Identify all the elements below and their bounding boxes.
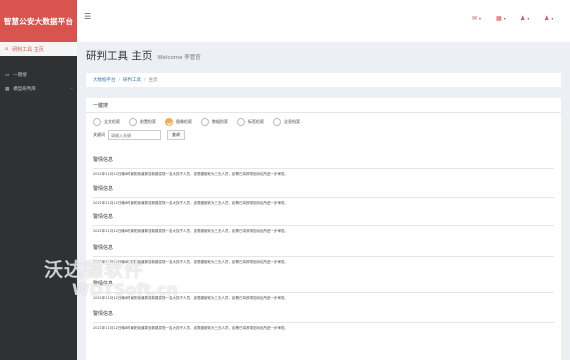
breadcrumb: 大数据平台 / 研判工具 / 主页: [86, 73, 561, 87]
alert-text: 2021年11月12日晚8时景阳街道郭亚新路发现一名大拐子人员，该男腿被砍为三无…: [93, 325, 289, 330]
keyword-input[interactable]: [108, 130, 161, 140]
page-subtitle: Welcome 李管官: [157, 55, 201, 61]
mail-icon[interactable]: ✉ ▾: [472, 13, 486, 23]
search-button[interactable]: 查询: [167, 130, 185, 140]
alert-text: 2021年11月12日晚8时景阳街道郭亚新路发现一名大拐子人员，该男腿被砍为三无…: [93, 200, 289, 205]
monitor-icon: ▭: [5, 72, 10, 78]
radio-circle[interactable]: [129, 118, 137, 126]
home-icon: ⌂: [5, 46, 9, 52]
breadcrumb-separator: /: [118, 77, 121, 83]
alert-text: 2021年11月12日晚8时景阳街道郭亚新路发现一名大拐子人员，该男腿被砍为三无…: [93, 259, 289, 264]
alert-title: 警情信息: [93, 245, 114, 251]
grid-icon: ▦: [5, 86, 10, 92]
alert-item: 警情信息 2021年11月12日晚8时景阳街道郭亚新路发现一名大拐子人员，该男腿…: [93, 213, 561, 234]
chevron-down-icon: ▾: [503, 15, 506, 21]
radio-label: 全文检索: [104, 119, 120, 124]
chevron-down-icon: ▾: [551, 15, 554, 21]
breadcrumb-current: 主页: [148, 78, 158, 83]
radio-circle[interactable]: [201, 118, 209, 126]
radio-circle[interactable]: [237, 118, 245, 126]
notification-icon[interactable]: ▦ ▾: [496, 13, 510, 23]
alert-item: 警情信息 2021年11月12日晚8时景阳街道郭亚新路发现一名大拐子人员，该男腿…: [93, 244, 561, 265]
user-menu-icon[interactable]: ♟ ▾: [544, 13, 558, 23]
alert-text: 2021年11月12日晚8时景阳街道郭亚新路发现一名大拐子人员，该男腿被砍为三无…: [93, 295, 289, 300]
radio-pre[interactable]: 前置检索: [129, 118, 156, 126]
sidebar: ⌂ 研判工具 主页 ▭ 一键搜 ▦ 模型研判库 ‹: [0, 42, 77, 360]
sidebar-item-quick-search[interactable]: ▭ 一键搜: [0, 68, 77, 82]
radio-label: 全息档案: [284, 119, 300, 124]
topbar-icons: ✉ ▾ ▦ ▾ ♟ ▾ ♟ ▾: [472, 13, 558, 23]
radio-circle[interactable]: [93, 118, 101, 126]
alert-title: 警情信息: [93, 186, 114, 192]
breadcrumb-link-tools[interactable]: 研判工具: [123, 77, 141, 83]
radio-image[interactable]: 图像检索: [165, 118, 192, 126]
top-navbar: ☰ ✉ ▾ ▦ ▾ ♟ ▾ ♟ ▾: [77, 0, 570, 42]
sidebar-item-model-library[interactable]: ▦ 模型研判库 ‹: [0, 82, 77, 96]
sidebar-item-label: 模型研判库: [13, 87, 36, 92]
radio-archive[interactable]: 全息档案: [273, 118, 300, 126]
alert-item: 警情信息 2021年11月12日晚8时景阳街道郭亚新路发现一名大拐子人员，该男腿…: [93, 185, 561, 206]
alerts-panel: 警情信息 2021年11月12日晚8时景阳街道郭亚新路发现一名大拐子人员，该男腿…: [86, 152, 561, 360]
divider: [86, 112, 561, 113]
radio-label: 前置检索: [140, 119, 156, 124]
sidebar-item-label: 一键搜: [13, 73, 27, 78]
breadcrumb-link-platform[interactable]: 大数据平台: [93, 77, 116, 83]
alert-item: 警情信息 2021年11月12日晚8时景阳街道郭亚新路发现一名大拐子人员，该男腿…: [93, 280, 561, 301]
keyword-label: 关键词: [93, 132, 105, 137]
alert-title: 警情信息: [93, 281, 114, 287]
alert-item: 警情信息 2021年11月12日晚8时景阳街道郭亚新路发现一名大拐子人员，该男腿…: [93, 310, 561, 331]
hamburger-icon[interactable]: ☰: [84, 12, 91, 21]
alert-text: 2021年11月12日晚8时景阳街道郭亚新路发现一名大拐子人员，该男腿被砍为三无…: [93, 171, 289, 176]
radio-label: 图像检索: [176, 119, 192, 124]
panel-title: 一键搜: [93, 103, 109, 109]
keyword-row: 关键词 查询: [93, 130, 185, 140]
sidebar-item-home[interactable]: ⌂ 研判工具 主页: [0, 42, 77, 56]
page-title: 研判工具 主页: [86, 50, 153, 62]
divider: [93, 225, 554, 226]
radio-tag[interactable]: 标签检索: [237, 118, 264, 126]
divider: [93, 256, 554, 257]
app-logo[interactable]: 智慧公安大数据平台: [0, 0, 77, 42]
page-header: 研判工具 主页 Welcome 李管官: [86, 48, 201, 63]
alert-title: 警情信息: [93, 311, 114, 317]
radio-label: 数据检索: [212, 119, 228, 124]
chevron-down-icon: ▾: [479, 15, 482, 21]
divider: [93, 197, 554, 198]
breadcrumb-separator: /: [144, 77, 146, 83]
radio-fulltext[interactable]: 全文检索: [93, 118, 120, 126]
radio-label: 标签检索: [248, 119, 264, 124]
main-content: 研判工具 主页 Welcome 李管官 大数据平台 / 研判工具 / 主页 一键…: [77, 42, 570, 360]
divider: [93, 322, 554, 323]
alert-text: 2021年11月12日晚8时景阳街道郭亚新路发现一名大拐子人员，该男腿被砍为三无…: [93, 228, 289, 233]
user-icon[interactable]: ♟ ▾: [520, 13, 534, 23]
alert-item: 警情信息 2021年11月12日晚8时景阳街道郭亚新路发现一名大拐子人员，该男腿…: [93, 156, 561, 177]
alert-title: 警情信息: [93, 157, 114, 163]
radio-circle[interactable]: [273, 118, 281, 126]
sidebar-item-label: 研判工具 主页: [12, 46, 44, 53]
radio-circle-checked[interactable]: [165, 118, 173, 126]
divider: [93, 292, 554, 293]
search-type-radios: 全文检索 前置检索 图像检索 数据检索 标签检索 全息档案: [93, 118, 300, 126]
chevron-left-icon: ‹: [71, 86, 73, 92]
alert-title: 警情信息: [93, 214, 114, 220]
chevron-down-icon: ▾: [527, 15, 530, 21]
divider: [93, 168, 554, 169]
radio-data[interactable]: 数据检索: [201, 118, 228, 126]
